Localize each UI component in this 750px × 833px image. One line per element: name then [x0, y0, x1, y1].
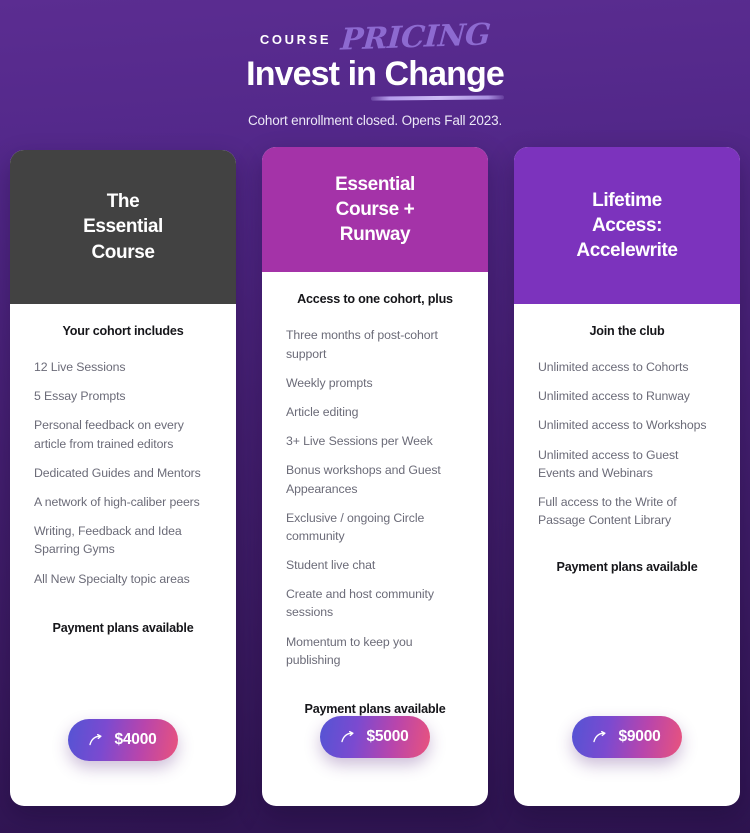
card-title: Lifetime Access: Accelewrite: [576, 188, 678, 263]
list-item: A network of high-caliber peers: [34, 494, 200, 509]
price-label: $5000: [366, 728, 409, 745]
payment-plans-note: Payment plans available: [52, 620, 194, 635]
page-title: Invest in Change: [246, 55, 505, 93]
list-item: Student live chat: [286, 558, 376, 573]
card-subheading: Access to one cohort, plus: [297, 292, 453, 307]
list-item: All New Specialty topic areas: [34, 571, 190, 586]
list-item: Dedicated Guides and Mentors: [34, 465, 201, 480]
price-label: $4000: [114, 731, 157, 748]
card-subheading: Your cohort includes: [62, 324, 184, 338]
headline-underline-stroke: [370, 95, 504, 101]
card-title: The Essential Course: [83, 189, 163, 264]
list-item: Full access to the Write of Passage Cont…: [538, 494, 677, 528]
card-header-essential-course: The Essential Course: [10, 150, 236, 304]
buy-button-essential-course-runway[interactable]: $5000: [320, 716, 430, 758]
list-item: Momentum to keep you publishing: [286, 634, 413, 667]
page-title-wrap: Invest in Change: [246, 55, 505, 101]
card-title-line: Course +: [335, 199, 415, 221]
pricing-cards: The Essential Course Your cohort include…: [0, 147, 750, 806]
card-subheading: Join the club: [589, 324, 665, 338]
list-item: Unlimited access to Workshops: [538, 418, 707, 433]
pricing-card-essential-course-runway: Essential Course + Runway Access to one …: [262, 147, 488, 806]
feature-list: Unlimited access to Cohorts Unlimited ac…: [538, 358, 716, 540]
list-item: 3+ Live Sessions per Week: [286, 434, 433, 449]
payment-plans-note: Payment plans available: [556, 560, 698, 575]
cta-wrap: $5000: [286, 716, 464, 806]
buy-button-lifetime-access[interactable]: $9000: [572, 716, 682, 758]
feature-list: 12 Live Sessions 5 Essay Prompts Persona…: [34, 358, 212, 599]
list-item: Unlimited access to Cohorts: [538, 360, 689, 374]
pricing-card-essential-course: The Essential Course Your cohort include…: [10, 150, 236, 806]
card-title-line: The: [106, 191, 140, 213]
pricing-card-lifetime-access: Lifetime Access: Accelewrite Join the cl…: [514, 147, 740, 806]
page-header: COURSE PRICING Invest in Change Cohort e…: [0, 0, 750, 128]
eyebrow-pricing-script: PRICING: [339, 17, 492, 58]
card-body: Access to one cohort, plus Three months …: [262, 272, 488, 806]
enrollment-status-text: Cohort enrollment closed. Opens Fall 202…: [247, 113, 503, 129]
card-header-lifetime-access: Lifetime Access: Accelewrite: [514, 147, 740, 304]
card-title-line: Essential: [83, 216, 163, 238]
card-title: Essential Course + Runway: [335, 172, 415, 247]
list-item: Personal feedback on every article from …: [34, 418, 184, 451]
curved-arrow-icon: [89, 734, 104, 746]
list-item: Create and host community sessions: [286, 587, 434, 620]
list-item: Bonus workshops and Guest Appearances: [286, 463, 441, 496]
feature-list: Three months of post-cohort support Week…: [286, 326, 464, 680]
list-item: 5 Essay Prompts: [34, 389, 126, 404]
cta-wrap: $9000: [538, 716, 716, 806]
card-header-essential-course-runway: Essential Course + Runway: [262, 147, 488, 273]
list-item: Weekly prompts: [286, 375, 373, 390]
list-item: Unlimited access to Runway: [538, 389, 690, 404]
price-label: $9000: [618, 728, 661, 745]
payment-plans-note: Payment plans available: [304, 702, 446, 716]
card-title-line: Essential: [335, 174, 415, 196]
curved-arrow-icon: [341, 731, 356, 743]
cta-wrap: $4000: [34, 719, 212, 806]
list-item: Article editing: [286, 404, 359, 419]
eyebrow-course-label: COURSE: [259, 32, 332, 47]
card-title-line: Accelewrite: [576, 240, 678, 262]
card-title-line: Course: [91, 241, 155, 263]
list-item: Exclusive / ongoing Circle community: [286, 510, 425, 543]
card-body: Join the club Unlimited access to Cohort…: [514, 304, 740, 806]
eyebrow: COURSE PRICING: [0, 17, 750, 57]
list-item: Three months of post-cohort support: [286, 328, 438, 361]
list-item: Unlimited access to Guest Events and Web…: [538, 447, 679, 480]
card-title-line: Runway: [339, 224, 411, 246]
card-body: Your cohort includes 12 Live Sessions 5 …: [10, 304, 236, 806]
buy-button-essential-course[interactable]: $4000: [68, 719, 178, 761]
list-item: Writing, Feedback and Idea Sparring Gyms: [34, 524, 182, 557]
card-title-line: Lifetime: [592, 189, 662, 211]
list-item: 12 Live Sessions: [34, 360, 126, 374]
card-title-line: Access:: [591, 214, 663, 236]
curved-arrow-icon: [593, 731, 608, 743]
